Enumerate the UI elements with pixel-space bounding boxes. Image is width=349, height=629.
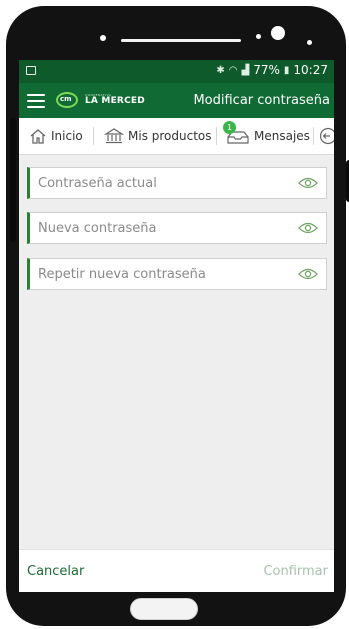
nav-tabs: Inicio Mis productos Mensajes 1: [19, 118, 334, 155]
tab-divider: [313, 127, 314, 145]
tab-label: Inicio: [51, 129, 83, 143]
current-password-input[interactable]: [38, 168, 288, 198]
bluetooth-icon: ✱: [216, 64, 225, 76]
clock: 10:27: [293, 63, 328, 77]
cancel-button[interactable]: Cancelar: [27, 564, 84, 579]
bank-icon: [104, 128, 124, 144]
action-bar: Cancelar Confirmar: [19, 549, 334, 592]
current-password-field: [27, 167, 327, 199]
wifi-icon: ◠: [228, 64, 238, 76]
logo-mark: cm: [55, 90, 83, 110]
unread-badge: 1: [223, 121, 236, 134]
signal-icon: ▟: [241, 64, 250, 76]
eye-icon[interactable]: [298, 222, 318, 234]
app-screen: ✱ ◠ ▟ 77% ▮ 10:27 cm COOPERATIVA LA MERC…: [19, 60, 334, 592]
tab-mensajes[interactable]: Mensajes: [226, 118, 310, 154]
tab-label: Mis productos: [128, 129, 212, 143]
battery-icon: ▮: [283, 64, 290, 76]
new-password-input[interactable]: [38, 213, 288, 243]
tab-mis-productos[interactable]: Mis productos: [104, 118, 212, 154]
logo-name: LA MERCED: [85, 96, 145, 106]
notification-icon: [26, 66, 36, 75]
tab-more[interactable]: [319, 118, 334, 154]
tab-divider: [216, 127, 217, 145]
sensor-dot: [100, 35, 106, 41]
confirm-button[interactable]: Confirmar: [263, 564, 328, 579]
front-camera: [271, 26, 285, 40]
page-title: Modificar contraseña: [193, 93, 330, 108]
logo: cm COOPERATIVA LA MERCED: [55, 88, 145, 112]
new-password-field: [27, 212, 327, 244]
sensor-dot: [256, 34, 261, 39]
home-icon: [30, 129, 46, 144]
eye-icon[interactable]: [298, 177, 318, 189]
tab-label: Mensajes: [254, 129, 310, 143]
speaker-grille: [121, 39, 241, 42]
home-button[interactable]: [130, 598, 198, 620]
logout-icon: [319, 127, 334, 145]
eye-icon[interactable]: [298, 268, 318, 280]
tab-divider: [93, 127, 94, 145]
repeat-password-input[interactable]: [38, 259, 288, 289]
volume-button: [10, 118, 16, 242]
menu-icon[interactable]: [27, 94, 45, 108]
sensor-dot: [307, 40, 312, 45]
repeat-password-field: [27, 258, 327, 290]
app-bar: cm COOPERATIVA LA MERCED Modificar contr…: [19, 83, 334, 118]
battery-percent: 77%: [253, 63, 280, 77]
status-bar: ✱ ◠ ▟ 77% ▮ 10:27: [19, 60, 334, 83]
tab-inicio[interactable]: Inicio: [29, 118, 83, 154]
